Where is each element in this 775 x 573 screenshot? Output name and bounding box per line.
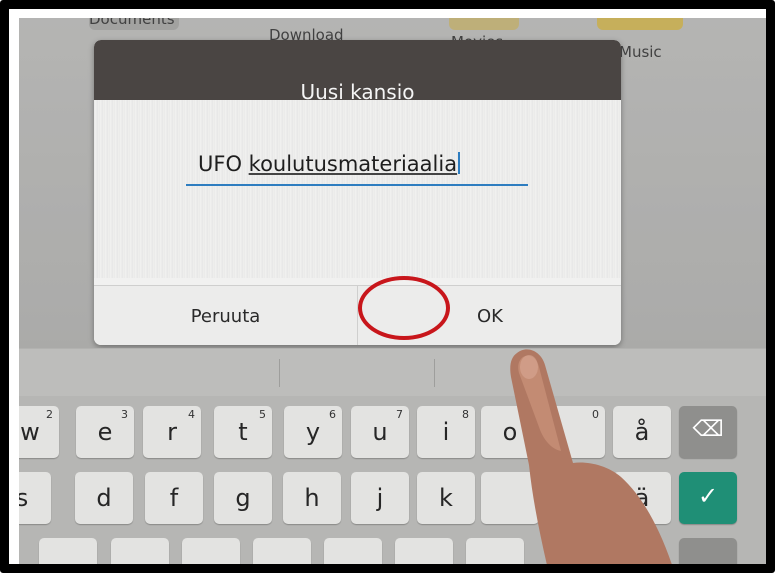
key-g[interactable]: g	[214, 472, 272, 524]
key-char: ä	[634, 484, 650, 512]
new-folder-dialog: Uusi kansio UFO koulutusmateriaalia Peru…	[94, 40, 621, 345]
key-v[interactable]	[253, 538, 311, 564]
suggestion-bar	[19, 348, 766, 397]
key-d[interactable]: d	[75, 472, 133, 524]
key-char: å	[634, 418, 650, 446]
key-char: f	[169, 484, 179, 512]
key-a-umlaut[interactable]: ä	[613, 472, 671, 524]
ok-button[interactable]: OK	[359, 286, 621, 345]
key-char: r	[167, 418, 177, 446]
key-k[interactable]: k	[417, 472, 475, 524]
key-a-ring[interactable]: å	[613, 406, 671, 458]
folder-name-word: koulutusmateriaalia	[248, 152, 458, 176]
dialog-body	[94, 100, 621, 278]
photo-frame: Documents Download Movies Music Uusi kan…	[0, 0, 775, 573]
checkmark-icon: ✓	[697, 482, 719, 510]
key-i[interactable]: 8i	[417, 406, 475, 458]
key-char: g	[235, 484, 251, 512]
enter-key[interactable]: ✓	[679, 472, 737, 524]
key-sup: 0	[592, 408, 599, 421]
suggestion-divider	[434, 359, 435, 387]
key-h[interactable]: h	[283, 472, 341, 524]
key-u[interactable]: 7u	[351, 406, 409, 458]
key-char: e	[97, 418, 113, 446]
shift-key[interactable]	[679, 538, 737, 564]
backspace-key[interactable]: ⌫	[679, 406, 737, 458]
backspace-icon: ⌫	[692, 417, 724, 442]
folder-name-value: UFO koulutusmateriaalia	[198, 152, 461, 176]
key-t[interactable]: 5t	[214, 406, 272, 458]
key-char: j	[376, 484, 384, 512]
key-char: t	[238, 418, 248, 446]
key-char: k	[439, 484, 453, 512]
key-r[interactable]: 4r	[143, 406, 201, 458]
folder-name-field[interactable]: UFO koulutusmateriaalia	[186, 148, 528, 186]
key-char: w	[20, 418, 40, 446]
key-e[interactable]: 3e	[76, 406, 134, 458]
key-char: o	[502, 418, 518, 446]
key-f[interactable]: f	[145, 472, 203, 524]
key-char: d	[96, 484, 112, 512]
key-s[interactable]: s	[19, 472, 51, 524]
key-j[interactable]: j	[351, 472, 409, 524]
key-char: i	[442, 418, 450, 446]
key-char: y	[305, 418, 321, 446]
on-screen-keyboard: 2w 3e 4r 5t 6y 7u 8i o 0 å ⌫ s d f g h j…	[19, 396, 766, 564]
suggestion-divider	[279, 359, 280, 387]
key-x[interactable]	[111, 538, 169, 564]
text-cursor	[458, 152, 461, 174]
key-p[interactable]: 0	[547, 406, 605, 458]
key-c[interactable]	[182, 538, 240, 564]
key-w[interactable]: 2w	[19, 406, 59, 458]
key-y[interactable]: 6y	[284, 406, 342, 458]
tablet-screen: Documents Download Movies Music Uusi kan…	[19, 18, 766, 564]
key-o-umlaut[interactable]	[547, 472, 605, 524]
key-char: h	[304, 484, 320, 512]
key-z[interactable]	[39, 538, 97, 564]
key-n[interactable]	[395, 538, 453, 564]
dialog-button-bar: Peruuta OK	[94, 285, 621, 345]
key-char: s	[19, 484, 51, 512]
key-b[interactable]	[324, 538, 382, 564]
cancel-button[interactable]: Peruuta	[94, 286, 358, 345]
key-m[interactable]	[466, 538, 524, 564]
key-o[interactable]: o	[481, 406, 539, 458]
folder-name-prefix: UFO	[198, 152, 249, 176]
key-l[interactable]	[481, 472, 539, 524]
key-char: u	[372, 418, 388, 446]
